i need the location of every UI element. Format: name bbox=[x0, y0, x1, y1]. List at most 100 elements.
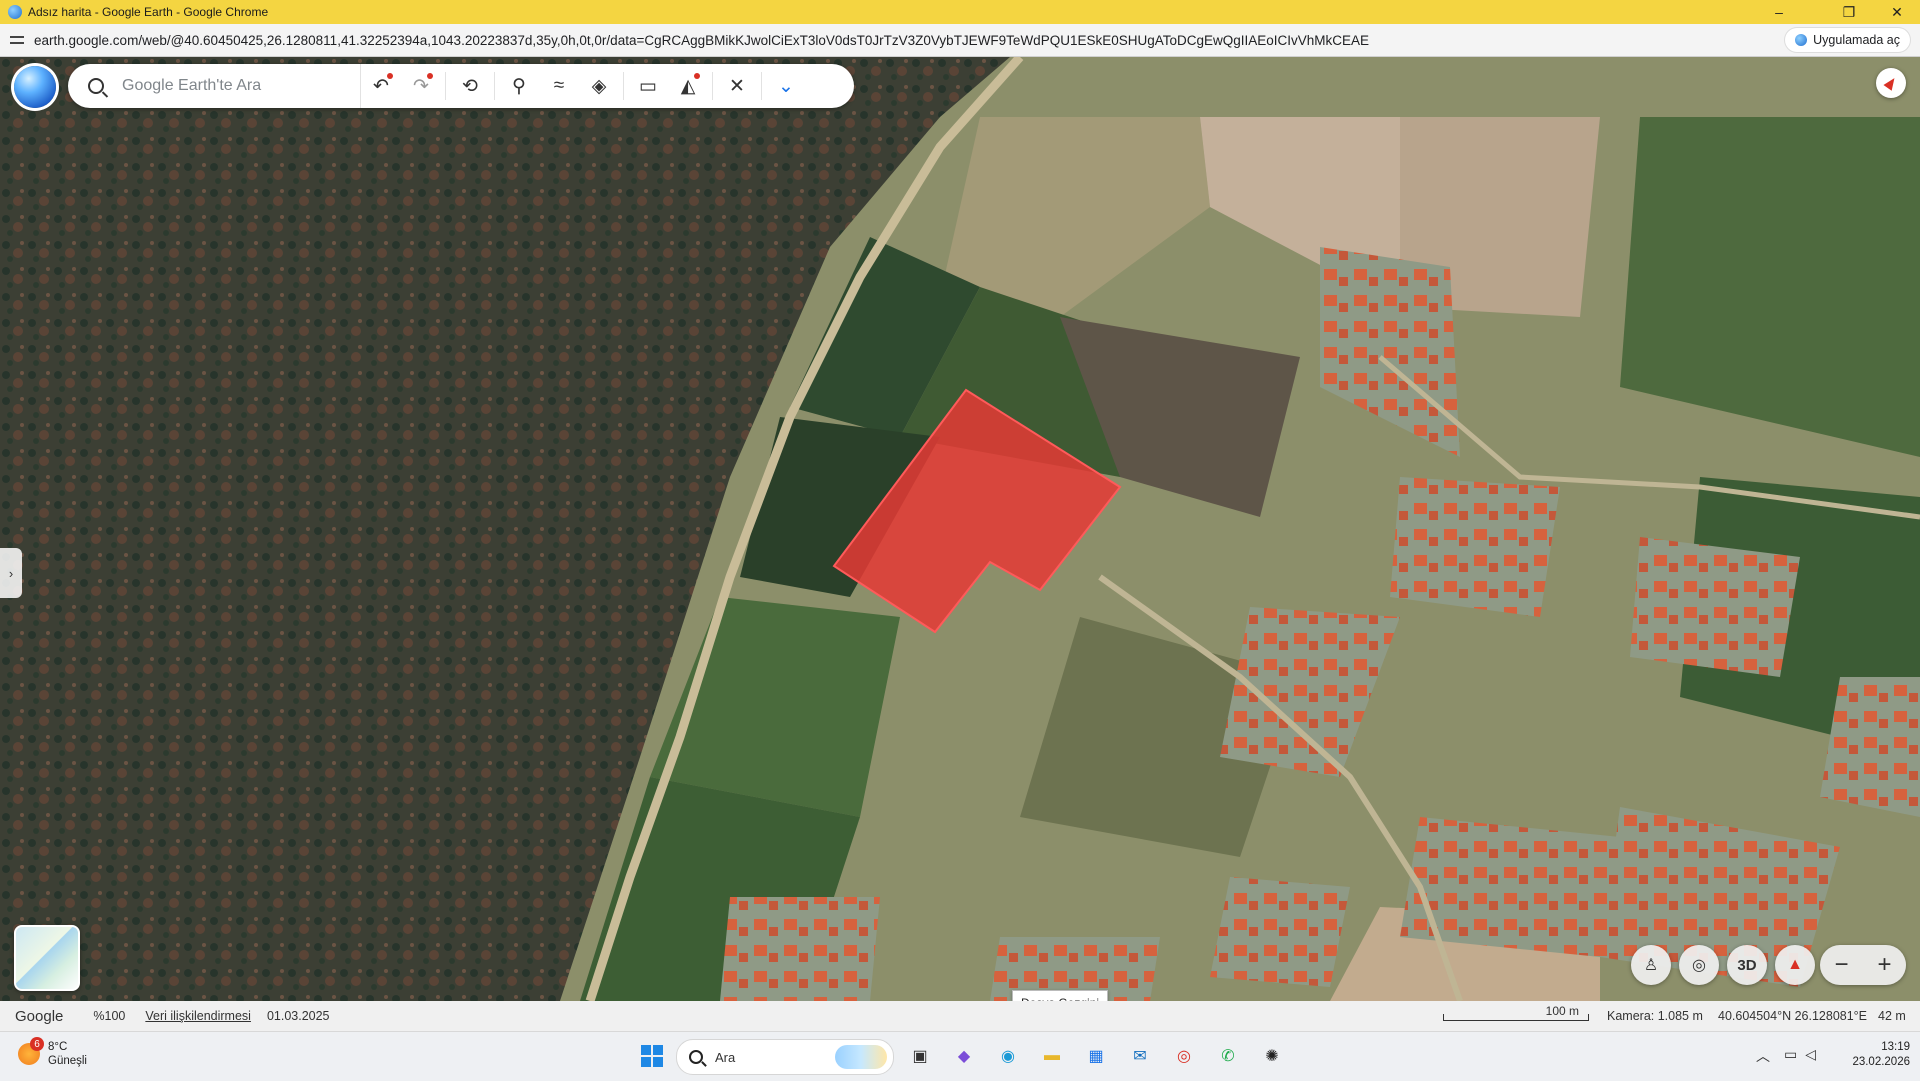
earth-toolbar: ↶ ↷ ⟲ ⚲ ≈ ◈ ▭ ◭ ✕ ⌄ bbox=[68, 64, 854, 108]
more-button[interactable]: ⌄ bbox=[766, 64, 806, 108]
weather-temp: 8°C bbox=[48, 1041, 68, 1053]
toolbar-divider bbox=[712, 72, 713, 100]
search-icon bbox=[689, 1050, 703, 1064]
volume-icon[interactable]: ◁ bbox=[1805, 1046, 1816, 1063]
undo-button[interactable]: ↶ bbox=[361, 64, 401, 108]
compass-reset-button[interactable]: ▲ bbox=[1775, 945, 1815, 985]
windows-taskbar: 6 8°C Güneşli Ara ▣ ◆ ◉ ▬ ▦ ✉ ◎ ✆ ✺ ︿ ▭ ◁ 13:19 … bbox=[0, 1031, 1920, 1081]
outlook-taskbar-button[interactable]: ✉ bbox=[1126, 1042, 1154, 1070]
outlook-icon: ✉ bbox=[1133, 1048, 1147, 1065]
view-3d-label: 3D bbox=[1737, 956, 1757, 974]
location-target-icon: ◎ bbox=[1692, 957, 1706, 974]
taskbar-clock[interactable]: 13:19 23.02.2026 bbox=[1844, 1040, 1910, 1070]
add-placemark-button[interactable]: ⚲ bbox=[499, 64, 539, 108]
whatsapp-icon: ✆ bbox=[1221, 1048, 1235, 1065]
chevron-down-icon: ⌄ bbox=[778, 75, 794, 97]
redo-icon: ↷ bbox=[413, 75, 429, 97]
close-button[interactable]: ✕ bbox=[1874, 0, 1920, 24]
site-info-icon[interactable] bbox=[10, 33, 24, 47]
toolbar-divider bbox=[445, 72, 446, 100]
toolbar-divider bbox=[494, 72, 495, 100]
windows-logo-icon bbox=[641, 1045, 663, 1067]
minimize-button[interactable]: – bbox=[1756, 0, 1802, 24]
scale-bar: 100 m bbox=[1443, 1004, 1589, 1024]
search-box[interactable] bbox=[68, 64, 361, 108]
store-taskbar-button[interactable]: ▦ bbox=[1082, 1042, 1110, 1070]
weather-desc: Güneşli bbox=[48, 1055, 87, 1067]
notification-dot bbox=[427, 73, 433, 79]
google-earth-icon bbox=[1795, 34, 1808, 46]
chatgpt-icon: ✺ bbox=[1265, 1048, 1279, 1065]
imagery-date: 01.03.2025 bbox=[266, 1009, 330, 1023]
m365-taskbar-button[interactable]: ◆ bbox=[950, 1042, 978, 1070]
satellite-map[interactable] bbox=[0, 57, 1920, 1001]
open-in-app-button[interactable]: Uygulamada aç bbox=[1785, 28, 1910, 52]
scale-line bbox=[1443, 1014, 1589, 1021]
google-earth-icon bbox=[8, 5, 22, 19]
maximize-button[interactable]: ❐ bbox=[1826, 0, 1872, 24]
weather-widget[interactable]: 6 8°C Güneşli bbox=[18, 1037, 87, 1068]
google-brand: Google bbox=[15, 1007, 64, 1025]
camera-altitude: Kamera: 1.085 m bbox=[1607, 1009, 1703, 1023]
zoom-in-button[interactable]: + bbox=[1877, 951, 1891, 979]
layers-icon: ◈ bbox=[591, 75, 607, 97]
compass-button[interactable] bbox=[1876, 68, 1906, 98]
edge-icon: ◉ bbox=[1001, 1048, 1015, 1065]
search-input[interactable] bbox=[120, 76, 344, 96]
side-panel-toggle[interactable]: › bbox=[0, 548, 22, 598]
chevron-right-icon: › bbox=[8, 565, 14, 581]
start-button[interactable] bbox=[638, 1042, 666, 1070]
search-icon bbox=[88, 78, 104, 94]
path-icon: ≈ bbox=[553, 75, 565, 96]
task-view-taskbar-button[interactable]: ▣ bbox=[906, 1042, 934, 1070]
map-status-bar: Google %100 Veri ilişkilendirmesi 01.03.… bbox=[0, 1001, 1920, 1031]
clock-time: 13:19 bbox=[1881, 1041, 1910, 1053]
measure-button[interactable]: ▭ bbox=[628, 64, 668, 108]
notification-dot bbox=[387, 73, 393, 79]
system-tray[interactable]: ▭ ◁ bbox=[1784, 1046, 1816, 1063]
cursor-coordinates: 40.604504°N 26.128081°E bbox=[1718, 1009, 1868, 1023]
zoom-out-button[interactable]: − bbox=[1834, 951, 1848, 979]
notification-dot bbox=[694, 73, 700, 79]
toggle-3d-button[interactable]: 3D bbox=[1727, 945, 1767, 985]
compass-icon: ▲ bbox=[1787, 956, 1803, 973]
toolbar-divider bbox=[761, 72, 762, 100]
add-path-button[interactable]: ≈ bbox=[539, 64, 579, 108]
edge-taskbar-button[interactable]: ◉ bbox=[994, 1042, 1022, 1070]
weather-badge: 6 bbox=[30, 1037, 44, 1051]
pegman-icon: ♙ bbox=[1643, 957, 1659, 974]
street-view-button[interactable]: ♙ bbox=[1631, 945, 1671, 985]
google-earth-logo[interactable] bbox=[14, 66, 56, 108]
zoom-level: %100 bbox=[93, 1009, 126, 1023]
chatgpt-taskbar-button[interactable]: ✺ bbox=[1258, 1042, 1286, 1070]
taskbar-search[interactable]: Ara bbox=[676, 1039, 894, 1075]
url-field[interactable]: earth.google.com/web/@40.60450425,26.128… bbox=[34, 33, 1774, 48]
chrome-taskbar-button[interactable]: ◎ bbox=[1170, 1042, 1198, 1070]
taskbar-search-label: Ara bbox=[715, 1049, 736, 1065]
network-icon[interactable]: ▭ bbox=[1784, 1046, 1797, 1063]
ruler-icon: ▭ bbox=[639, 75, 657, 97]
file-explorer-icon: ▬ bbox=[1044, 1047, 1060, 1064]
redo-button[interactable]: ↷ bbox=[401, 64, 441, 108]
projects-button[interactable]: ◭ bbox=[668, 64, 708, 108]
chrome-icon: ◎ bbox=[1177, 1048, 1191, 1065]
file-explorer-taskbar-button[interactable]: ▬ bbox=[1038, 1042, 1066, 1070]
my-location-button[interactable]: ◎ bbox=[1679, 945, 1719, 985]
clock-date: 23.02.2026 bbox=[1852, 1056, 1910, 1068]
data-attribution-link[interactable]: Veri ilişkilendirmesi bbox=[145, 1009, 251, 1023]
projects-icon: ◭ bbox=[680, 75, 696, 97]
window-title-bar: Adsız harita - Google Earth - Google Chr… bbox=[0, 0, 1920, 24]
window-title: Adsız harita - Google Earth - Google Chr… bbox=[28, 5, 269, 19]
map-imagery bbox=[0, 57, 1920, 1001]
historical-imagery-button[interactable]: ⟲ bbox=[450, 64, 490, 108]
undo-icon: ↶ bbox=[373, 75, 389, 97]
layers-button[interactable]: ◈ bbox=[579, 64, 619, 108]
map-style-thumbnail[interactable] bbox=[14, 925, 80, 991]
search-highlight-image bbox=[835, 1045, 887, 1069]
tools-button[interactable]: ✕ bbox=[717, 64, 757, 108]
whatsapp-taskbar-button[interactable]: ✆ bbox=[1214, 1042, 1242, 1070]
open-in-app-label: Uygulamada aç bbox=[1813, 33, 1900, 47]
placemark-icon: ⚲ bbox=[512, 75, 526, 97]
tray-chevron-up-icon[interactable]: ︿ bbox=[1756, 1046, 1770, 1066]
history-icon: ⟲ bbox=[462, 75, 478, 97]
